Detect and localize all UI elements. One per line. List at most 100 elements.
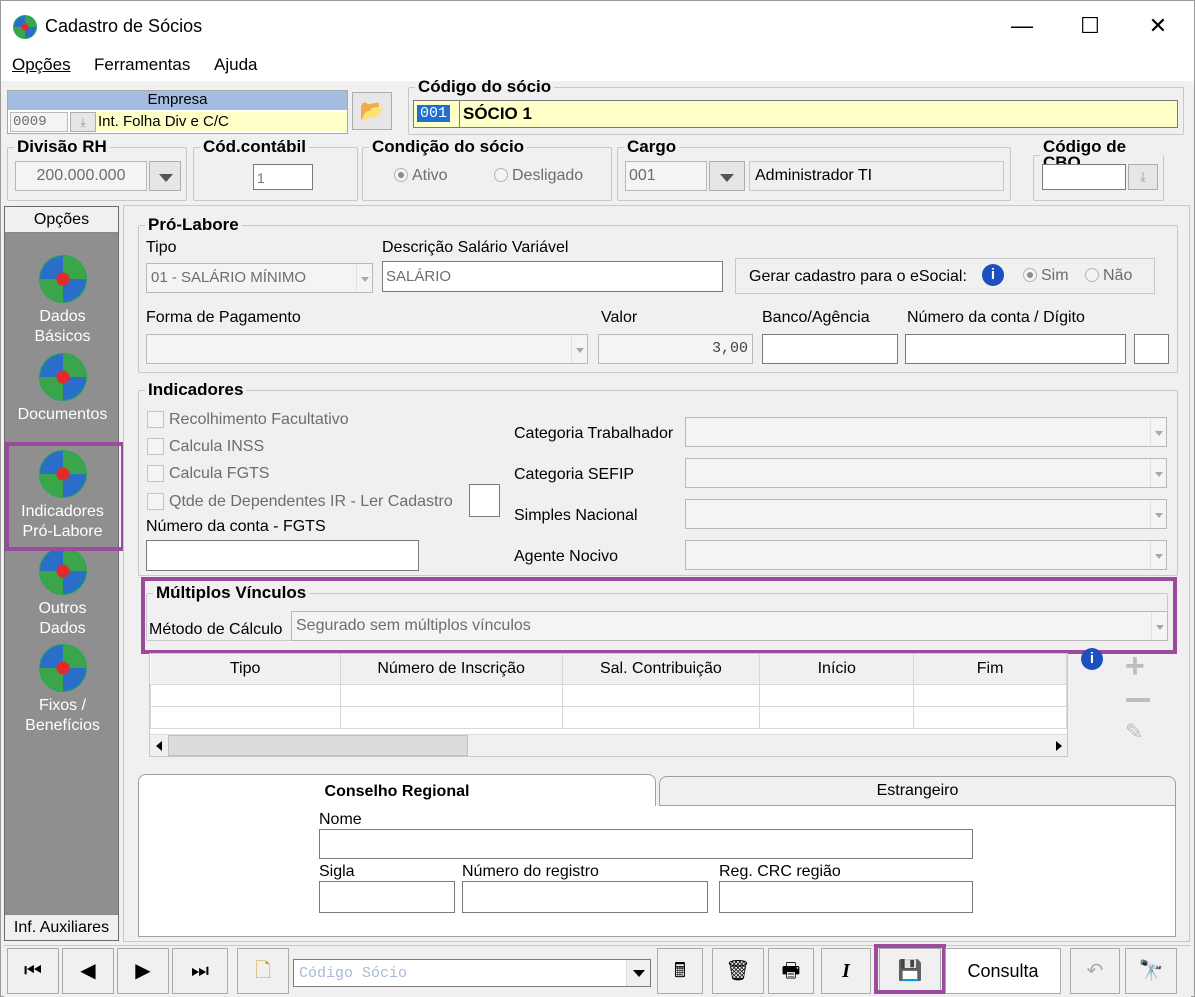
- window-title: Cadastro de Sócios: [45, 16, 203, 36]
- new-document-icon[interactable]: 🗋: [237, 948, 289, 994]
- radio-ativo[interactable]: Ativo: [394, 167, 448, 185]
- cargo-code-field[interactable]: 001: [625, 161, 707, 191]
- prolabore-legend: Pró-Labore: [148, 215, 239, 234]
- table-row[interactable]: [150, 683, 1067, 707]
- maximize-button[interactable]: ☐: [1067, 9, 1113, 43]
- col-fim[interactable]: Fim: [913, 654, 1067, 685]
- binoculars-icon[interactable]: 🔭: [1125, 948, 1177, 994]
- conta-fgts-field[interactable]: [146, 540, 419, 571]
- radio-nao-icon: [1085, 268, 1099, 282]
- banco-field[interactable]: [762, 334, 898, 364]
- consulta-button[interactable]: Consulta: [945, 948, 1061, 994]
- scroll-right-icon[interactable]: [1056, 741, 1062, 751]
- checkbox-inss[interactable]: [147, 438, 164, 455]
- trash-icon[interactable]: 🗑: [712, 948, 764, 994]
- codigo-socio-search[interactable]: Código Sócio: [293, 959, 651, 987]
- sidebar-item-documentos[interactable]: Documentos: [5, 353, 120, 425]
- desc-field[interactable]: SALÁRIO: [382, 261, 723, 292]
- conta-field[interactable]: [905, 334, 1126, 364]
- sidebar-item-outros-dados[interactable]: Outros Dados: [5, 547, 120, 639]
- globe-icon: [38, 547, 87, 595]
- sidebar-item-label: Dados Básicos: [34, 308, 91, 345]
- divisao-dropdown-icon[interactable]: [149, 161, 181, 191]
- sidebar-footer[interactable]: Inf. Auxiliares: [5, 914, 118, 940]
- checkbox-fgts[interactable]: [147, 465, 164, 482]
- cbo-field[interactable]: [1042, 164, 1126, 190]
- menu-ferramentas[interactable]: Ferramentas: [94, 55, 190, 75]
- simples-select[interactable]: [685, 499, 1167, 529]
- sigla-field[interactable]: [319, 881, 455, 913]
- radio-desligado[interactable]: Desligado: [494, 167, 583, 185]
- sidebar-item-fixos[interactable]: Fixos / Benefícios: [5, 644, 120, 736]
- empresa-code-field[interactable]: 0009: [10, 112, 68, 132]
- digito-field[interactable]: [1134, 334, 1169, 364]
- forma-select[interactable]: [146, 334, 588, 364]
- col-inicio[interactable]: Início: [759, 654, 915, 685]
- col-tipo[interactable]: Tipo: [150, 654, 341, 685]
- categoria-trab-select[interactable]: [685, 417, 1167, 447]
- search-placeholder: Código Sócio: [299, 965, 408, 982]
- menu-opcoes[interactable]: Opções: [12, 55, 71, 75]
- inss-label: Calcula INSS: [169, 438, 265, 455]
- vinculos-grid: Tipo Número de Inscrição Sal. Contribuiç…: [149, 653, 1068, 757]
- close-button[interactable]: ✕: [1135, 9, 1181, 43]
- chevron-down-icon: [1150, 459, 1166, 487]
- next-record-icon[interactable]: ▶: [117, 948, 169, 994]
- crc-field[interactable]: [719, 881, 973, 913]
- col-inscricao[interactable]: Número de Inscrição: [340, 654, 563, 685]
- previous-record-icon[interactable]: ◀: [62, 948, 114, 994]
- menu-ajuda[interactable]: Ajuda: [214, 55, 257, 75]
- socio-code: 001: [417, 105, 451, 122]
- highlight-indicadores: [5, 442, 125, 551]
- tab-estrangeiro[interactable]: Estrangeiro: [659, 776, 1176, 806]
- nome-field[interactable]: [319, 829, 973, 859]
- remove-icon[interactable]: [1126, 698, 1150, 702]
- add-icon[interactable]: +: [1125, 649, 1145, 683]
- scroll-left-icon[interactable]: [156, 741, 162, 751]
- minimize-button[interactable]: —: [999, 9, 1045, 43]
- info-icon[interactable]: i: [982, 264, 1004, 286]
- agente-select[interactable]: [685, 540, 1167, 570]
- divisao-field[interactable]: 200.000.000: [15, 161, 147, 191]
- highlight-multiplos: [141, 577, 1177, 654]
- checkbox-dependentes[interactable]: [147, 493, 164, 510]
- tipo-select[interactable]: 01 - SALÁRIO MÍNIMO: [146, 263, 373, 293]
- highlight-save: [874, 944, 946, 994]
- sidebar-item-dados-basicos[interactable]: Dados Básicos: [5, 255, 120, 347]
- undo-icon[interactable]: ↶: [1070, 948, 1120, 994]
- cod-contabil-field[interactable]: 1: [253, 164, 313, 190]
- col-sal[interactable]: Sal. Contribuição: [562, 654, 761, 685]
- esocial-sim[interactable]: Sim: [1023, 267, 1069, 285]
- horizontal-scrollbar[interactable]: [150, 734, 1067, 756]
- esocial-nao[interactable]: Não: [1085, 267, 1132, 285]
- valor-field[interactable]: 3,00: [598, 334, 753, 364]
- info-icon[interactable]: i: [1081, 648, 1103, 670]
- edit-pencil-icon[interactable]: ✎: [1125, 719, 1143, 745]
- valor-label: Valor: [601, 309, 638, 326]
- cbo-lookup-icon[interactable]: ⤓: [1128, 164, 1158, 190]
- fgts-label: Calcula FGTS: [169, 465, 270, 482]
- open-folder-icon[interactable]: 📂: [352, 92, 392, 130]
- italic-icon[interactable]: I: [821, 948, 871, 994]
- menu-bar: Opções Ferramentas Ajuda: [1, 49, 1194, 81]
- calculator-icon[interactable]: 🖩: [657, 948, 703, 994]
- codigo-socio-field[interactable]: 001 SÓCIO 1: [413, 100, 1178, 128]
- scroll-thumb[interactable]: [168, 735, 468, 756]
- last-record-icon[interactable]: ⏭: [172, 948, 228, 994]
- registro-field[interactable]: [462, 881, 708, 913]
- table-row[interactable]: [150, 705, 1067, 729]
- divisao-legend: Divisão RH: [17, 137, 107, 156]
- dependentes-field[interactable]: [469, 484, 500, 517]
- esocial-sim-label: Sim: [1041, 267, 1069, 284]
- checkbox-recolhimento[interactable]: [147, 411, 164, 428]
- cargo-desc: Administrador TI: [749, 161, 1004, 191]
- printer-icon[interactable]: 🖶: [768, 948, 814, 994]
- tipo-label: Tipo: [146, 239, 177, 256]
- cargo-dropdown-icon[interactable]: [709, 161, 745, 191]
- chevron-down-icon[interactable]: [626, 960, 650, 986]
- app-window: Cadastro de Sócios — ☐ ✕ Opções Ferramen…: [0, 0, 1195, 997]
- first-record-icon[interactable]: ⏮: [7, 948, 59, 994]
- tab-conselho-regional[interactable]: Conselho Regional: [138, 774, 656, 808]
- categoria-sefip-select[interactable]: [685, 458, 1167, 488]
- empresa-lookup-icon[interactable]: ⤓: [70, 112, 96, 132]
